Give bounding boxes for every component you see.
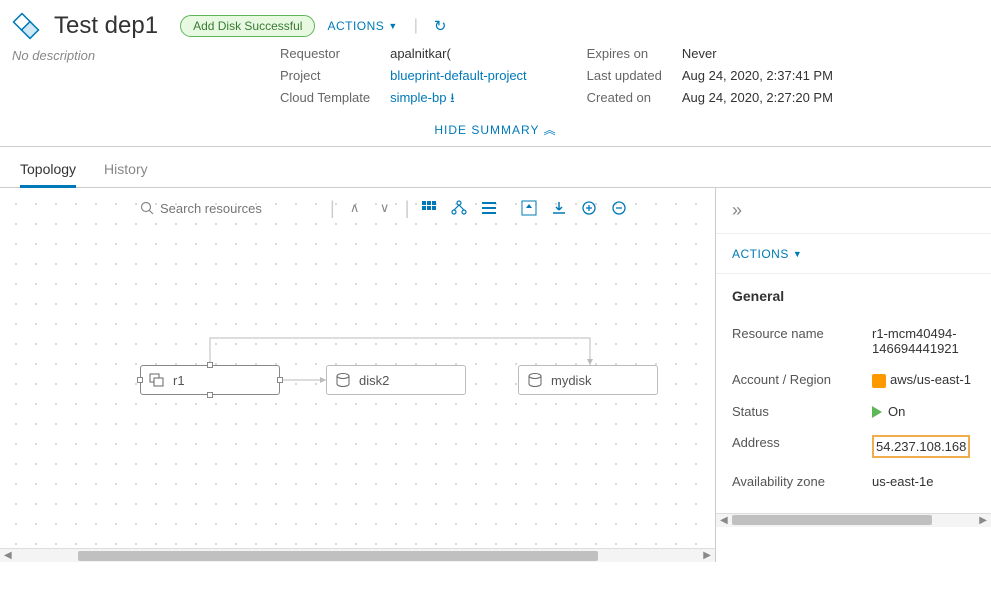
blueprint-logo-icon: [10, 10, 42, 42]
node-label: disk2: [359, 373, 389, 388]
chevron-double-up-icon: ︽: [544, 123, 557, 137]
status-badge: Add Disk Successful: [180, 15, 315, 37]
topology-nodes: r1 disk2 mydisk: [0, 188, 715, 562]
prop-account-label: Account / Region: [732, 372, 872, 387]
hide-summary-button[interactable]: HIDE SUMMARY ︽: [10, 121, 981, 138]
toolbar-sep: |: [405, 198, 410, 219]
node-mydisk[interactable]: mydisk: [518, 365, 658, 395]
header-actions-label: ACTIONS: [327, 19, 384, 33]
tab-topology[interactable]: Topology: [20, 153, 76, 188]
zoom-in-icon[interactable]: [579, 198, 599, 218]
scroll-left-icon[interactable]: ◀: [716, 515, 732, 526]
topology-toolbar: | ∧ ∨ |: [140, 190, 715, 226]
prop-status-text: On: [888, 404, 905, 419]
search-wrap: [140, 201, 320, 216]
scroll-thumb[interactable]: [732, 515, 932, 525]
side-panel: » ACTIONS ▼ General Resource name r1-mcm…: [716, 188, 991, 562]
header-actions-button[interactable]: ACTIONS ▼: [327, 19, 397, 33]
side-collapse-icon[interactable]: »: [716, 188, 991, 234]
side-general-header: General: [716, 274, 991, 312]
summary-project-label: Project: [280, 65, 370, 87]
side-scrollbar[interactable]: ◀ ▶: [716, 513, 991, 527]
deployment-title: Test dep1: [54, 12, 158, 40]
node-handle[interactable]: [137, 377, 143, 383]
summary-panel: Requestor Project Cloud Template apalnit…: [260, 43, 981, 109]
prop-account-text: aws/us-east-1: [890, 372, 971, 387]
chevron-down-icon: ▼: [388, 21, 397, 31]
vm-icon: [149, 372, 165, 388]
prop-status-value: On: [872, 404, 975, 419]
side-properties: Resource name r1-mcm40494-146694441921 A…: [716, 312, 991, 513]
scroll-right-icon[interactable]: ▶: [699, 550, 715, 561]
summary-template-label: Cloud Template: [280, 87, 370, 109]
summary-template-link[interactable]: simple-bp ⭳: [390, 87, 527, 109]
search-icon: [140, 201, 154, 215]
hide-summary-label: HIDE SUMMARY: [434, 123, 539, 137]
side-actions-label: ACTIONS: [732, 247, 789, 261]
scroll-left-icon[interactable]: ◀: [0, 550, 16, 561]
prop-address-value: 54.237.108.168: [872, 435, 975, 458]
node-label: mydisk: [551, 373, 591, 388]
summary-project-link[interactable]: blueprint-default-project: [390, 65, 527, 87]
canvas-scrollbar[interactable]: ◀ ▶: [0, 548, 715, 562]
aws-icon: [872, 374, 886, 388]
header-divider: |: [414, 17, 418, 35]
power-on-icon: [872, 406, 882, 418]
refresh-icon[interactable]: ↻: [434, 17, 447, 35]
prop-address-label: Address: [732, 435, 872, 450]
summary-expires-value: Never: [682, 43, 833, 65]
nav-up-icon[interactable]: ∧: [345, 198, 365, 218]
view-graph-icon[interactable]: [449, 198, 469, 218]
scroll-right-icon[interactable]: ▶: [975, 515, 991, 526]
node-handle[interactable]: [207, 362, 213, 368]
disk-icon: [335, 372, 351, 388]
prop-resource-name-label: Resource name: [732, 326, 872, 341]
prop-account-value: aws/us-east-1: [872, 372, 975, 388]
disk-icon: [527, 372, 543, 388]
prop-resource-name-value: r1-mcm40494-146694441921: [872, 326, 975, 356]
content-area: | ∧ ∨ |: [0, 188, 991, 562]
nav-down-icon[interactable]: ∨: [375, 198, 395, 218]
prop-az-label: Availability zone: [732, 474, 872, 489]
node-r1[interactable]: r1: [140, 365, 280, 395]
chevron-down-icon: ▼: [793, 249, 802, 259]
toolbar-sep: |: [330, 198, 335, 219]
prop-az-value: us-east-1e: [872, 474, 975, 489]
summary-created-label: Created on: [587, 87, 662, 109]
node-disk2[interactable]: disk2: [326, 365, 466, 395]
node-handle[interactable]: [207, 392, 213, 398]
download-icon: ⭳: [450, 90, 455, 105]
address-highlight: 54.237.108.168: [872, 435, 970, 458]
summary-created-value: Aug 24, 2020, 2:27:20 PM: [682, 87, 833, 109]
summary-updated-label: Last updated: [587, 65, 662, 87]
summary-updated-value: Aug 24, 2020, 2:37:41 PM: [682, 65, 833, 87]
node-handle[interactable]: [277, 377, 283, 383]
summary-requestor-value: apalnitkar(: [390, 43, 527, 65]
zoom-out-icon[interactable]: [609, 198, 629, 218]
tab-bar: Topology History: [0, 147, 991, 188]
export-icon[interactable]: [549, 198, 569, 218]
tab-history[interactable]: History: [104, 153, 148, 187]
prop-status-label: Status: [732, 404, 872, 419]
deployment-header: Test dep1 Add Disk Successful ACTIONS ▼ …: [0, 0, 991, 138]
node-label: r1: [173, 373, 185, 388]
summary-expires-label: Expires on: [587, 43, 662, 65]
summary-requestor-label: Requestor: [280, 43, 370, 65]
view-grid-icon[interactable]: [419, 198, 439, 218]
scroll-thumb[interactable]: [78, 551, 598, 561]
topology-canvas[interactable]: | ∧ ∨ |: [0, 188, 716, 562]
fit-icon[interactable]: [519, 198, 539, 218]
summary-template-value: simple-bp: [390, 90, 446, 105]
side-actions-button[interactable]: ACTIONS ▼: [732, 247, 802, 261]
view-list-icon[interactable]: [479, 198, 499, 218]
search-input[interactable]: [160, 201, 320, 216]
